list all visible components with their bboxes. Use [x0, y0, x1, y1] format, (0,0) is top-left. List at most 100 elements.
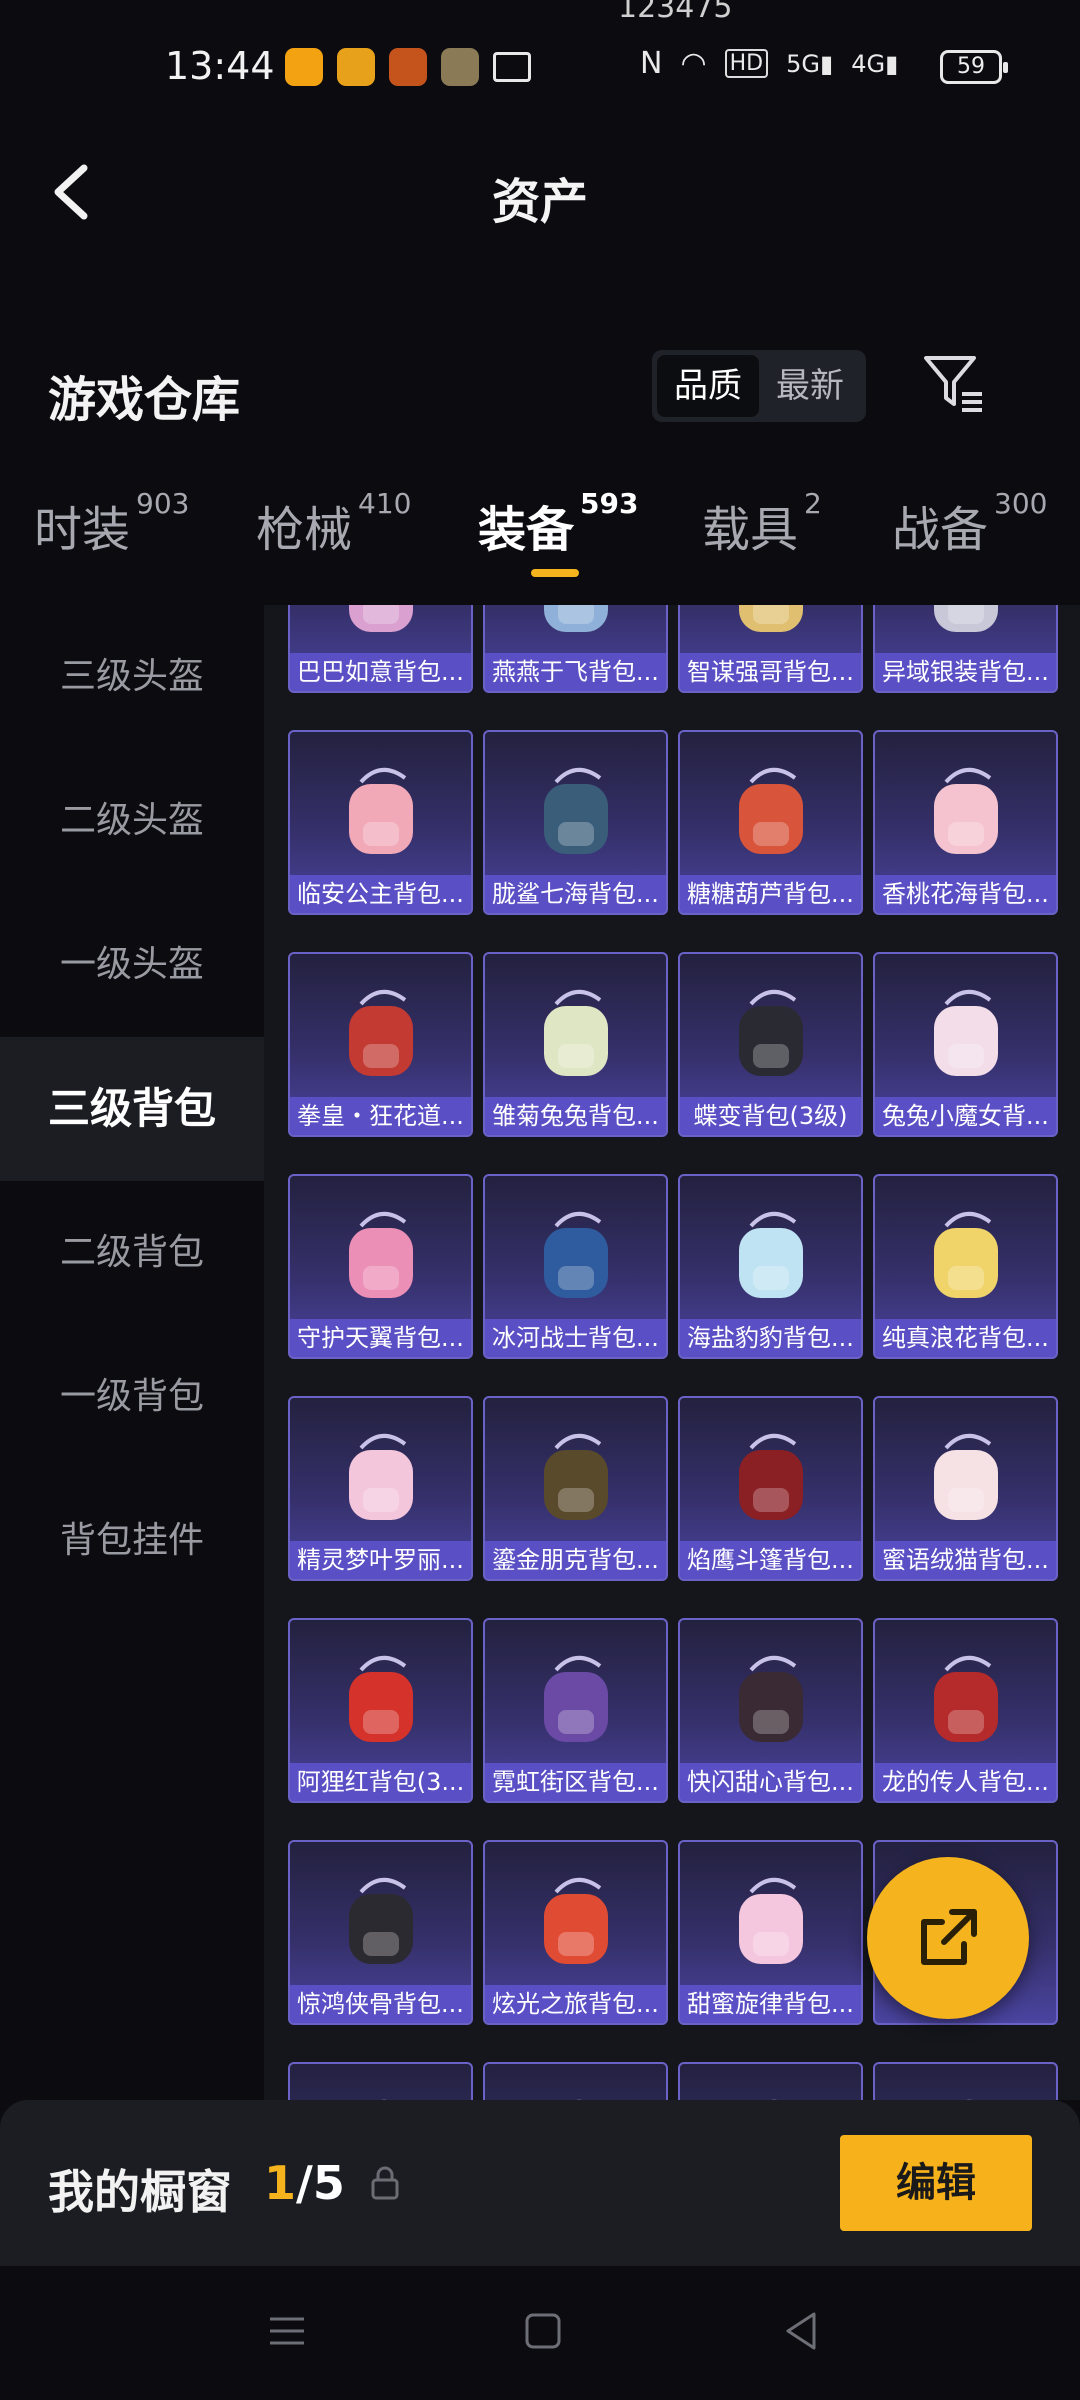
backpack-icon — [738, 1655, 803, 1742]
item-card[interactable]: 纯真浪花背包... — [873, 1174, 1058, 1359]
sidebar-item-backpack-charm[interactable]: 背包挂件 — [0, 1469, 264, 1613]
tab-fashion[interactable]: 时装 903 — [34, 487, 190, 560]
item-card[interactable]: 蜜语绒猫背包... — [873, 1396, 1058, 1581]
filter-button[interactable] — [920, 350, 986, 416]
subcategory-sidebar: 三级头盔 二级头盔 一级头盔 三级背包 二级背包 一级背包 背包挂件 — [0, 605, 264, 2100]
item-card[interactable]: 龙的传人背包... — [873, 1618, 1058, 1803]
sidebar-item-helmet-lv3[interactable]: 三级头盔 — [0, 605, 264, 749]
item-card[interactable]: 蝶变背包(3级) — [678, 952, 863, 1137]
item-card[interactable]: 海盐豹豹背包... — [678, 1174, 863, 1359]
backpack-icon — [933, 1433, 998, 1520]
backpack-icon — [543, 1433, 608, 1520]
tab-label: 装备 — [478, 502, 575, 558]
backpack-icon — [933, 767, 998, 854]
sidebar-item-helmet-lv2[interactable]: 二级头盔 — [0, 749, 264, 893]
item-card[interactable]: 异域银装背包... — [873, 605, 1058, 693]
edit-button[interactable]: 编辑 — [840, 2135, 1032, 2231]
item-card[interactable] — [288, 2062, 473, 2100]
item-label: 阿狸红背包(3... — [290, 1763, 471, 1801]
system-icons: N ◠ HD 5G▮ 4G▮ — [640, 46, 898, 81]
wifi-icon: ◠ — [680, 46, 707, 81]
home-square-icon[interactable] — [518, 2306, 568, 2356]
item-card[interactable]: 精灵梦叶罗丽... — [288, 1396, 473, 1581]
item-card[interactable]: 惊鸿侠骨背包... — [288, 1840, 473, 2025]
tab-equipment[interactable]: 装备 593 — [478, 487, 639, 560]
share-button[interactable] — [867, 1857, 1029, 2019]
tab-count: 593 — [580, 487, 639, 520]
backpack-icon — [348, 989, 413, 1076]
item-card[interactable]: 拳皇・狂花道... — [288, 952, 473, 1137]
item-card[interactable]: 阿狸红背包(3... — [288, 1618, 473, 1803]
sidebar-item-backpack-lv1[interactable]: 一级背包 — [0, 1325, 264, 1469]
item-label: 燕燕于飞背包... — [485, 653, 666, 691]
item-label: 糖糖葫芦背包... — [680, 875, 861, 913]
menu-icon[interactable] — [262, 2306, 312, 2356]
item-card[interactable]: 雏菊兔兔背包... — [483, 952, 668, 1137]
item-card[interactable]: 鎏金朋克背包... — [483, 1396, 668, 1581]
tab-count: 410 — [358, 487, 412, 520]
item-card[interactable]: 胧鲨七海背包... — [483, 730, 668, 915]
item-card[interactable] — [483, 2062, 668, 2100]
item-card[interactable]: 焰鹰斗篷背包... — [678, 1396, 863, 1581]
tab-label: 战备 — [892, 502, 989, 558]
tab-count: 903 — [136, 487, 190, 520]
item-label: 冰河战士背包... — [485, 1319, 666, 1357]
backpack-icon — [348, 605, 413, 632]
nfc-icon: N — [640, 46, 663, 81]
status-bar: 123475 13:44 N ◠ HD 5G▮ 4G▮ 59 — [0, 0, 1080, 130]
backpack-icon — [574, 2099, 584, 2100]
item-label: 鎏金朋克背包... — [485, 1541, 666, 1579]
item-label: 巴巴如意背包... — [290, 653, 471, 691]
tab-supplies[interactable]: 战备 300 — [892, 487, 1047, 560]
item-label: 精灵梦叶罗丽... — [290, 1541, 471, 1579]
sort-toggle: 品质 最新 — [652, 350, 866, 422]
backpack-icon — [543, 989, 608, 1076]
app-notification-icon — [285, 48, 323, 86]
tab-label: 枪械 — [256, 502, 353, 558]
active-tab-indicator — [531, 569, 579, 577]
backpack-icon — [738, 1211, 803, 1298]
item-label: 智谋强哥背包... — [680, 653, 861, 691]
item-label: 霓虹街区背包... — [485, 1763, 666, 1801]
hd-icon: HD — [724, 49, 769, 78]
item-card[interactable] — [873, 2062, 1058, 2100]
back-triangle-icon[interactable] — [776, 2306, 826, 2356]
backpack-icon — [738, 1433, 803, 1520]
tab-label: 载具 — [702, 502, 799, 558]
item-card[interactable]: 糖糖葫芦背包... — [678, 730, 863, 915]
item-card[interactable]: 甜蜜旋律背包... — [678, 1840, 863, 2025]
backpack-icon — [738, 605, 803, 632]
backpack-icon — [738, 1877, 803, 1964]
tab-vehicles[interactable]: 载具 2 — [702, 487, 822, 560]
item-card[interactable] — [678, 2062, 863, 2100]
backpack-icon — [933, 1211, 998, 1298]
showcase-label: 我的橱窗 — [48, 2165, 232, 2219]
sort-option-quality[interactable]: 品质 — [657, 355, 759, 417]
item-card[interactable]: 冰河战士背包... — [483, 1174, 668, 1359]
signal-5g-icon: 5G▮ — [786, 49, 834, 78]
item-card[interactable]: 霓虹街区背包... — [483, 1618, 668, 1803]
backpack-icon — [964, 2099, 974, 2100]
item-card[interactable]: 兔兔小魔女背... — [873, 952, 1058, 1137]
app-notification-icon — [389, 48, 427, 86]
item-label: 雏菊兔兔背包... — [485, 1097, 666, 1135]
sidebar-item-helmet-lv1[interactable]: 一级头盔 — [0, 893, 264, 1037]
item-label: 胧鲨七海背包... — [485, 875, 666, 913]
item-card[interactable]: 守护天翼背包... — [288, 1174, 473, 1359]
item-card[interactable]: 香桃花海背包... — [873, 730, 1058, 915]
backpack-icon — [933, 989, 998, 1076]
item-card[interactable]: 快闪甜心背包... — [678, 1618, 863, 1803]
backpack-icon — [543, 1655, 608, 1742]
item-card[interactable]: 智谋强哥背包... — [678, 605, 863, 693]
sidebar-item-backpack-lv2[interactable]: 二级背包 — [0, 1181, 264, 1325]
sidebar-item-backpack-lv3[interactable]: 三级背包 — [0, 1037, 264, 1181]
tab-firearms[interactable]: 枪械 410 — [256, 487, 412, 560]
warehouse-title: 游戏仓库 — [48, 372, 241, 428]
backpack-icon — [543, 1877, 608, 1964]
item-card[interactable]: 燕燕于飞背包... — [483, 605, 668, 693]
item-card[interactable]: 炫光之旅背包... — [483, 1840, 668, 2025]
item-card[interactable]: 临安公主背包... — [288, 730, 473, 915]
sort-option-newest[interactable]: 最新 — [759, 355, 861, 417]
item-label: 临安公主背包... — [290, 875, 471, 913]
item-card[interactable]: 巴巴如意背包... — [288, 605, 473, 693]
